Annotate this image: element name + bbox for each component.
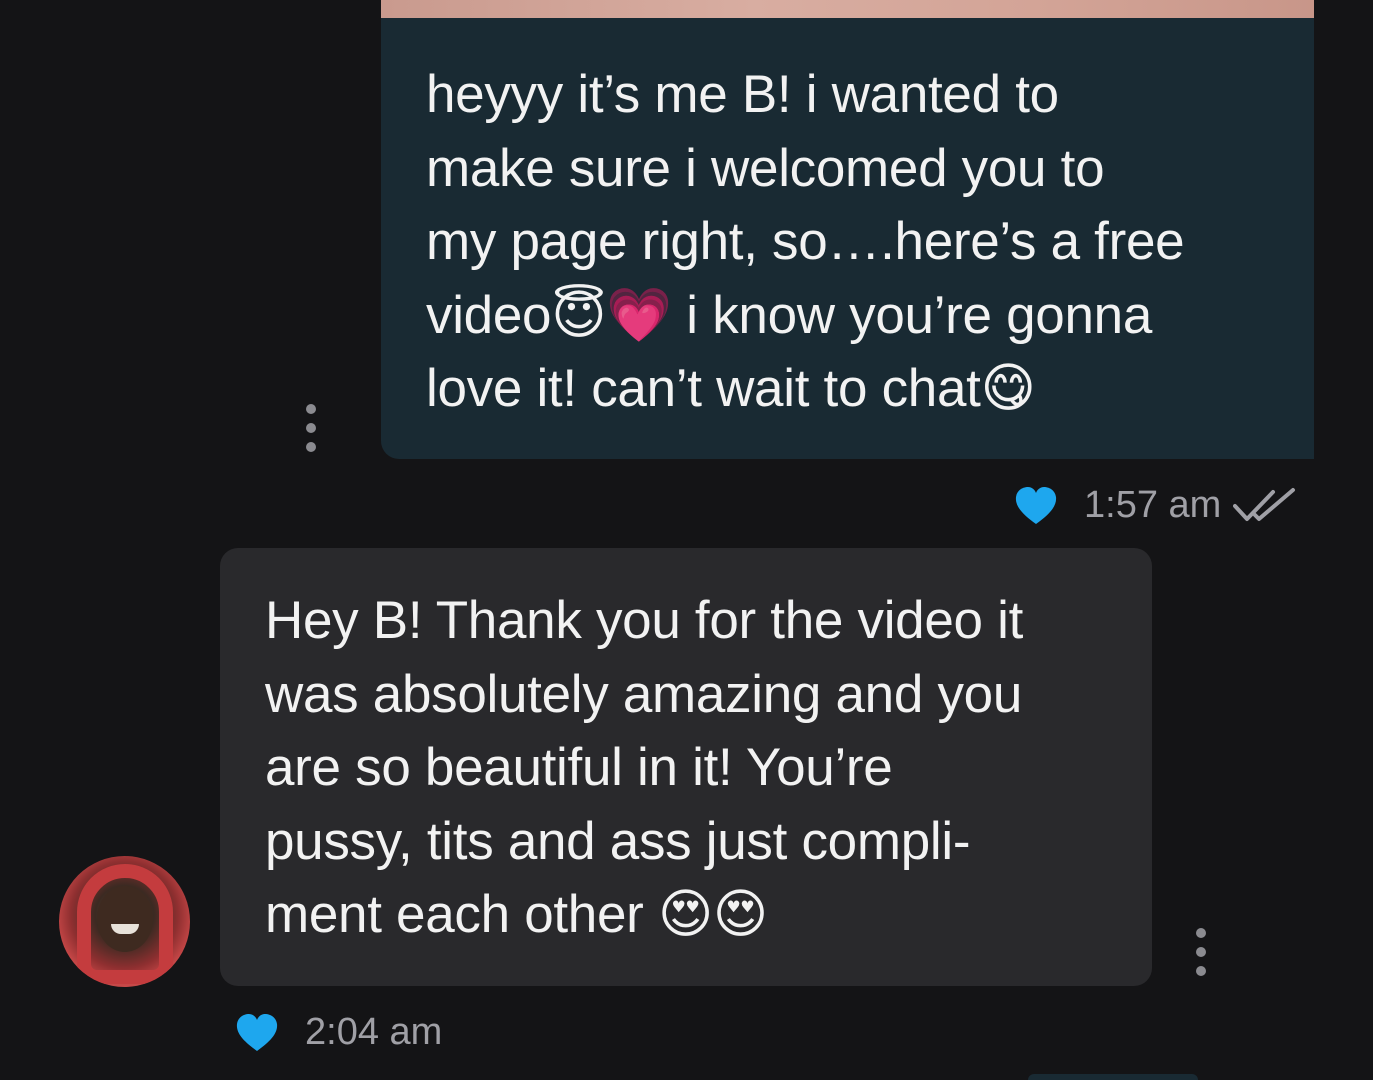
chat-thread: heyyy it’s me B! i wanted to make sure i… [0,0,1373,1080]
outgoing-message-bubble[interactable]: heyyy it’s me B! i wanted to make sure i… [381,18,1314,459]
message-line: pussy, tits and ass just compli- [265,811,971,871]
message-line: heyyy it’s me B! i wanted to [426,65,1059,124]
outgoing-message-text: heyyy it’s me B! i wanted to make sure i… [426,58,1274,426]
message-timestamp: 2:04 am [305,1011,443,1053]
double-check-icon [1233,487,1296,521]
message-line: are so beautiful in it! You’re [265,738,893,797]
growing-heart-emoji: 💗 [606,284,672,346]
message-line: Hey B! Thank you for the video it [265,591,1024,650]
message-line: ment each other [265,885,658,944]
outgoing-message-meta: 1:57 am [1014,484,1299,527]
message-line: make sure i welcomed you to [426,138,1105,198]
message-line: video [426,285,552,345]
heart-eyes-emoji: 😍 [657,884,713,945]
message-line: my page right, so….here’s a free [426,212,1185,271]
incoming-message-meta: 2:04 am [235,1011,442,1054]
message-line: i know you’re gonna [671,285,1153,345]
heart-icon[interactable] [1014,486,1058,526]
more-vertical-icon[interactable] [304,404,318,452]
message-media-preview[interactable] [381,0,1314,18]
yum-emoji: 😋 [980,358,1036,419]
message-timestamp: 1:57 am [1084,484,1222,526]
more-vertical-icon[interactable] [1194,928,1208,976]
incoming-message-text: Hey B! Thank you for the video it was ab… [265,584,1118,952]
message-line: love it! can’t wait to chat [426,359,981,418]
next-message-bubble-edge [1028,1074,1198,1080]
heart-icon[interactable] [235,1013,279,1053]
heart-eyes-emoji: 😍 [712,884,768,945]
message-line: was absolutely amazing and you [265,664,1023,724]
incoming-message-bubble[interactable]: Hey B! Thank you for the video it was ab… [220,548,1152,986]
angel-emoji: 😇 [551,284,607,346]
avatar[interactable] [59,856,190,987]
